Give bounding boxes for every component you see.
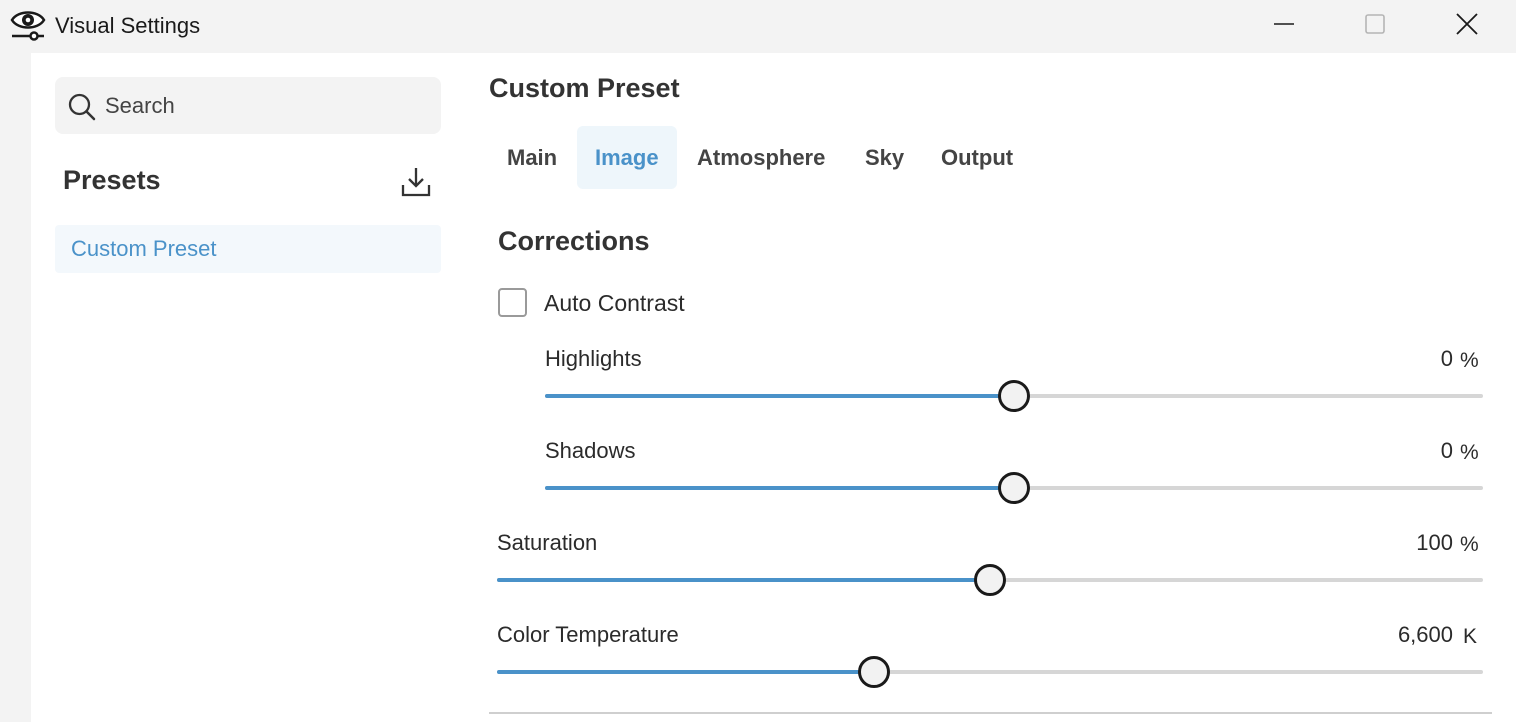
presets-heading: Presets — [63, 165, 161, 195]
color-temperature-slider-thumb[interactable] — [857, 656, 890, 688]
saturation-slider-fill — [497, 578, 990, 582]
tab-image[interactable]: Image — [577, 126, 677, 189]
search-icon — [67, 92, 97, 122]
shadows-slider[interactable] — [545, 472, 1483, 504]
color-temperature-value: 6,600 — [1397, 622, 1453, 647]
color-temperature-unit: K — [1463, 625, 1478, 648]
close-button[interactable] — [1421, 0, 1513, 53]
close-icon — [1455, 12, 1479, 41]
content-area: Presets Custom Preset Custom Preset Main… — [31, 53, 1516, 722]
preset-item-label: Custom Preset — [71, 236, 217, 261]
minimize-button[interactable] — [1238, 0, 1330, 53]
shadows-label: Shadows — [545, 438, 636, 463]
search-input[interactable] — [105, 77, 425, 134]
tab-atmosphere[interactable]: Atmosphere — [679, 126, 843, 189]
saturation-value: 100 — [1416, 530, 1453, 555]
saturation-slider-thumb[interactable] — [974, 564, 1006, 596]
highlights-slider-thumb[interactable] — [998, 380, 1030, 412]
auto-contrast-checkbox[interactable] — [498, 288, 527, 317]
highlights-slider-fill — [545, 394, 1014, 398]
shadows-unit: % — [1460, 441, 1479, 464]
panel-title: Custom Preset — [489, 73, 680, 103]
highlights-value: 0 — [1440, 346, 1453, 371]
color-temperature-slider-fill — [497, 670, 874, 674]
highlights-slider[interactable] — [545, 380, 1483, 412]
tab-output[interactable]: Output — [923, 126, 1031, 189]
auto-contrast-label[interactable]: Auto Contrast — [544, 290, 685, 317]
color-temperature-label: Color Temperature — [497, 622, 679, 647]
shadows-slider-thumb[interactable] — [998, 472, 1030, 504]
window-title: Visual Settings — [55, 13, 201, 38]
search-box[interactable] — [55, 77, 441, 134]
saturation-unit: % — [1460, 533, 1479, 556]
saturation-slider[interactable] — [497, 564, 1483, 596]
shadows-slider-fill — [545, 486, 1014, 490]
minimize-icon — [1273, 13, 1295, 40]
tab-sky[interactable]: Sky — [847, 126, 922, 189]
shadows-value: 0 — [1440, 438, 1453, 463]
highlights-unit: % — [1460, 349, 1479, 372]
color-temperature-slider[interactable] — [497, 656, 1483, 688]
title-bar: Visual Settings — [0, 0, 1516, 53]
preset-item-custom[interactable]: Custom Preset — [55, 225, 441, 273]
saturation-label: Saturation — [497, 530, 598, 555]
download-icon[interactable] — [399, 165, 433, 199]
eye-settings-icon — [10, 9, 46, 41]
corrections-heading: Corrections — [498, 226, 650, 256]
maximize-icon — [1364, 13, 1386, 40]
maximize-button[interactable] — [1329, 0, 1421, 53]
highlights-label: Highlights — [545, 346, 642, 371]
tab-main[interactable]: Main — [489, 126, 575, 189]
bottom-divider — [489, 712, 1492, 714]
